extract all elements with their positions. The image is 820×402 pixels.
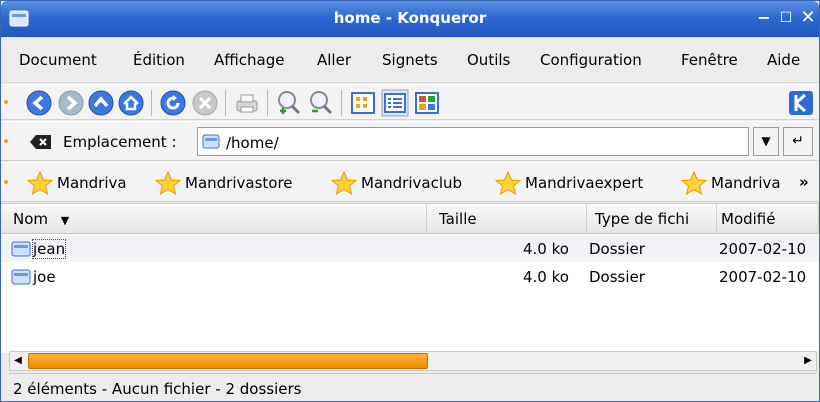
back-icon[interactable] (25, 89, 53, 117)
bookmark-mandrivaexpert[interactable]: Mandrivaexpert (495, 171, 675, 195)
location-toolbar: Emplacement : /home/ ▼ ↵ (1, 121, 819, 161)
file-type: Dossier (589, 268, 645, 286)
file-list[interactable]: Nom ▼ Taille Type de fichi Modifié jean … (1, 203, 819, 353)
kde-logo-icon[interactable] (787, 89, 815, 117)
clear-location-icon[interactable] (29, 133, 53, 151)
minimize-button[interactable]: − (753, 7, 775, 29)
menu-affichage[interactable]: Affichage (214, 51, 284, 69)
star-icon (495, 171, 521, 195)
star-icon (331, 171, 357, 195)
bookmark-label: Mandrivaexpert (525, 174, 644, 192)
location-input[interactable]: /home/ (197, 127, 749, 156)
folder-icon (202, 134, 220, 149)
stop-icon[interactable] (191, 89, 219, 117)
bookmarks-toolbar: Mandriva Mandrivastore Mandrivaclub Mand… (1, 162, 819, 202)
file-modified: 2007-02-10 (719, 268, 807, 286)
status-text: 2 éléments - Aucun fichier - 2 dossiers (13, 380, 302, 398)
zoom-in-icon[interactable] (275, 89, 303, 117)
toolbar-grip[interactable] (4, 180, 8, 184)
icon-view-icon[interactable] (349, 89, 377, 117)
toolbar-grip[interactable] (4, 139, 8, 143)
location-dropdown-button[interactable]: ▼ (753, 127, 779, 156)
location-label: Emplacement : (63, 133, 177, 151)
forward-icon[interactable] (57, 89, 85, 117)
home-icon[interactable] (117, 89, 145, 117)
toolbar-grip[interactable] (4, 100, 8, 104)
title-bar[interactable]: home - Konqueror − ☐ ✕ (1, 1, 819, 37)
bookmark-label: Mandrivaclub (361, 174, 463, 192)
bookmark-label: Mandriva (57, 174, 127, 192)
zoom-out-icon[interactable] (307, 89, 335, 117)
column-header-modified[interactable]: Modifié (717, 204, 819, 234)
file-modified: 2007-02-10 (719, 240, 807, 258)
menu-document[interactable]: Document (19, 51, 97, 69)
star-icon (155, 171, 181, 195)
column-name-label: Nom (13, 210, 49, 228)
menu-aller[interactable]: Aller (317, 51, 351, 69)
bookmark-label: Mandrivastore (185, 174, 293, 192)
file-type: Dossier (589, 240, 645, 258)
scrollbar-thumb[interactable] (28, 353, 428, 369)
column-header-size[interactable]: Taille (427, 204, 587, 234)
scroll-left-arrow-icon[interactable]: ◀ (10, 352, 26, 370)
table-row[interactable]: jean 4.0 ko Dossier 2007-02-10 (1, 236, 819, 262)
horizontal-scrollbar[interactable]: ◀ ▶ (9, 351, 817, 371)
more-bookmarks-button[interactable]: » (799, 173, 809, 191)
sort-desc-icon: ▼ (60, 214, 70, 227)
toolbar-separator (225, 90, 226, 116)
menu-signets[interactable]: Signets (382, 51, 438, 69)
toolbar-separator (151, 90, 152, 116)
menu-outils[interactable]: Outils (467, 51, 510, 69)
folder-icon (11, 269, 31, 285)
location-value: /home/ (226, 134, 279, 152)
menu-fenetre[interactable]: Fenêtre (681, 51, 738, 69)
file-name: joe (33, 268, 56, 286)
main-toolbar (1, 84, 819, 120)
konqueror-window: home - Konqueror − ☐ ✕ Document Édition … (0, 0, 820, 402)
bookmark-mandrivastore[interactable]: Mandrivastore (155, 171, 325, 195)
toolbar-separator (267, 90, 268, 116)
print-icon[interactable] (233, 89, 261, 117)
star-icon (27, 171, 53, 195)
close-button[interactable]: ✕ (797, 7, 819, 29)
window-title: home - Konqueror (333, 9, 487, 27)
file-size: 4.0 ko (523, 268, 569, 286)
multicolumn-view-icon[interactable] (413, 89, 441, 117)
file-size: 4.0 ko (523, 240, 569, 258)
bookmark-mandrivaclub[interactable]: Mandrivaclub (331, 171, 491, 195)
table-row[interactable]: joe 4.0 ko Dossier 2007-02-10 (1, 264, 819, 290)
column-header-name[interactable]: Nom ▼ (1, 204, 427, 234)
menu-bar: Document Édition Affichage Aller Signets… (1, 37, 819, 83)
go-button[interactable]: ↵ (783, 127, 813, 156)
scroll-right-arrow-icon[interactable]: ▶ (800, 352, 816, 370)
star-icon (681, 171, 707, 195)
status-bar: 2 éléments - Aucun fichier - 2 dossiers (9, 373, 817, 401)
bookmark-mandriva[interactable]: Mandriva (27, 171, 151, 195)
menu-configuration[interactable]: Configuration (540, 51, 642, 69)
list-header: Nom ▼ Taille Type de fichi Modifié (1, 204, 819, 234)
menu-aide[interactable]: Aide (767, 51, 800, 69)
bookmark-label: Mandriva (711, 174, 781, 192)
toolbar-separator (341, 90, 342, 116)
bookmark-mandriva-2[interactable]: Mandriva (681, 171, 795, 195)
folder-icon (11, 241, 31, 257)
up-icon[interactable] (87, 89, 115, 117)
maximize-button[interactable]: ☐ (775, 7, 797, 29)
file-name: jean (31, 239, 67, 259)
list-view-icon[interactable] (381, 89, 409, 117)
reload-icon[interactable] (159, 89, 187, 117)
column-header-type[interactable]: Type de fichi (587, 204, 717, 234)
menu-edition[interactable]: Édition (133, 51, 185, 69)
